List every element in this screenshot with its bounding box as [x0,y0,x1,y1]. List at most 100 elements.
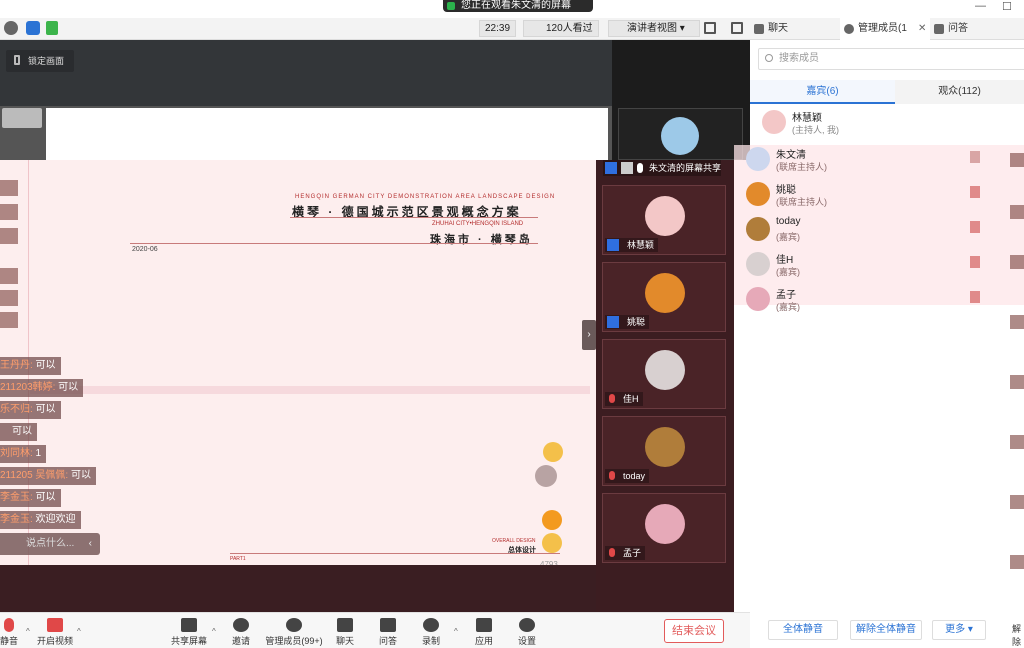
thumb-item[interactable] [1010,205,1024,219]
panel-tabs: 聊天 管理成员(1 ✕ 问答 [750,18,1024,40]
chat-text: 可以 [32,404,56,415]
mic-muted-icon[interactable] [970,221,980,233]
thumbs-up-icon[interactable] [542,533,562,553]
thumb-item[interactable] [0,228,18,244]
chat-message: 王丹丹: 可以 [0,357,61,375]
slide-eng-title: HENGQIN GERMAN CITY DEMONSTRATION AREA L… [295,194,556,200]
screen-share-tile-label[interactable]: 朱文清的屏幕共享 [603,160,721,176]
video-tile[interactable]: today [602,416,726,486]
mic-icon [637,163,643,173]
thumbs-up-icon[interactable] [543,442,563,462]
end-meeting-button[interactable]: 结束会议 [664,619,724,643]
minimize-button[interactable]: — [975,0,986,12]
member-role: (联席主持人) [776,162,827,172]
fullscreen-icon[interactable] [704,22,716,34]
participant-avatar [645,273,685,313]
thumb-item[interactable] [0,180,18,196]
video-tile[interactable]: 孟子 [602,493,726,563]
unmute-all-button[interactable]: 解除全体静音 [850,620,922,640]
mic-muted-icon [609,394,615,403]
more-button[interactable]: 更多 ▾ [932,620,986,640]
chat-text: 1 [32,448,42,459]
host-badge-icon [607,239,619,251]
tile-name-bar: 姚聪 [605,315,650,329]
thumb-item[interactable] [1010,153,1024,167]
clap-icon[interactable] [542,510,562,530]
member-name: 孟子 [776,290,796,301]
video-button[interactable]: 开启视频 [28,618,82,647]
share-screen-button[interactable]: 共享屏幕 [162,618,216,647]
record-button[interactable]: 录制 [404,618,458,647]
lock-view-button[interactable]: 锁定画面 [6,50,74,72]
tab-audience[interactable]: 观众(112) [895,80,1024,104]
self-video-thumb[interactable] [618,108,743,160]
tab-qa[interactable]: 问答 [930,18,1024,40]
slide-rule-3 [230,553,560,554]
view-mode-label: 演讲者视图 [627,23,677,34]
slide-date: 2020-06 [132,246,158,253]
member-row[interactable]: today (嘉宾) [734,213,1008,247]
shield-icon[interactable] [26,21,40,35]
tab-guests[interactable]: 嘉宾(6) [750,80,895,104]
participant-avatar [645,504,685,544]
video-tile[interactable]: 林慧颖 [602,185,726,255]
thumb-item[interactable] [1010,255,1024,269]
slide-thumbnail-chip[interactable] [2,108,42,128]
thumb-item[interactable] [1010,555,1024,569]
chat-input-placeholder: 说点什么... [26,538,75,549]
camera-off-icon [47,618,63,632]
maximize-button[interactable]: ☐ [1002,0,1012,13]
thumb-item[interactable] [0,204,18,220]
share-status-icon [447,2,455,10]
screen-share-icon [621,162,633,174]
info-icon[interactable] [4,21,18,35]
mute-label: 静音 [0,636,18,646]
mute-all-button[interactable]: 全体静音 [768,620,838,640]
member-search-input[interactable]: 搜索成员 [758,48,1024,70]
tab-chat[interactable]: 聊天 [750,18,840,40]
qa-icon [934,24,944,34]
mic-muted-icon[interactable] [970,256,980,268]
settings-button[interactable]: 设置 [500,618,554,647]
edge-unmute-label[interactable]: 解除 [1012,622,1024,648]
mic-muted-icon[interactable] [970,291,980,303]
chat-message: 李金玉: 可以 [0,489,61,507]
collapse-tiles-button[interactable]: › [582,320,596,350]
member-row[interactable]: 朱文清 (联席主持人) [734,143,1008,177]
thumb-item[interactable] [0,312,18,328]
chat-input[interactable]: 说点什么... ‹ [0,533,100,555]
member-row[interactable]: 林慧颖 (主持人, 我) [750,106,1024,140]
share-banner-text: 您正在观看朱文清的屏幕 [461,0,571,11]
member-row[interactable]: 佳H (嘉宾) [734,248,1008,282]
sidebar-toggle-icon[interactable] [731,22,743,34]
thumb-item[interactable] [1010,375,1024,389]
tile-name: 林慧颖 [627,240,655,250]
view-mode-select[interactable]: 演讲者视图 ▾ [608,20,700,37]
close-icon[interactable]: ✕ [918,18,926,40]
chevron-left-icon[interactable]: ‹ [89,533,92,555]
video-options-caret[interactable]: ^ [77,627,81,636]
member-row[interactable]: 孟子 (嘉宾) [734,283,1008,317]
slide-eng-city: ZHUHAI CITY•HENGQIN ISLAND [432,221,524,227]
tab-members-label: 管理成员(1 [858,23,907,34]
member-avatar [762,110,786,134]
viewers-button[interactable]: 120人看过 [523,20,599,37]
share-screen-icon [181,618,197,632]
video-tile[interactable]: 姚聪 [602,262,726,332]
thumb-item[interactable] [1010,315,1024,329]
tab-chat-label: 聊天 [768,23,788,34]
tab-qa-label: 问答 [948,23,968,34]
member-name: 朱文清 [776,150,806,161]
thumb-item[interactable] [0,268,18,284]
member-row[interactable]: 姚聪 (联席主持人) [734,178,1008,212]
thumb-item[interactable] [0,290,18,306]
slide-part: PART1 [230,556,246,562]
thumb-item[interactable] [1010,435,1024,449]
signal-icon[interactable] [46,21,58,35]
chat-sender: 211203韩婷: [0,382,56,393]
thumb-item[interactable] [1010,495,1024,509]
viewers-count: 120人看过 [546,23,593,34]
tab-members[interactable]: 管理成员(1 ✕ [840,18,930,40]
video-tile[interactable]: 佳H [602,339,726,409]
mic-muted-icon[interactable] [970,186,980,198]
